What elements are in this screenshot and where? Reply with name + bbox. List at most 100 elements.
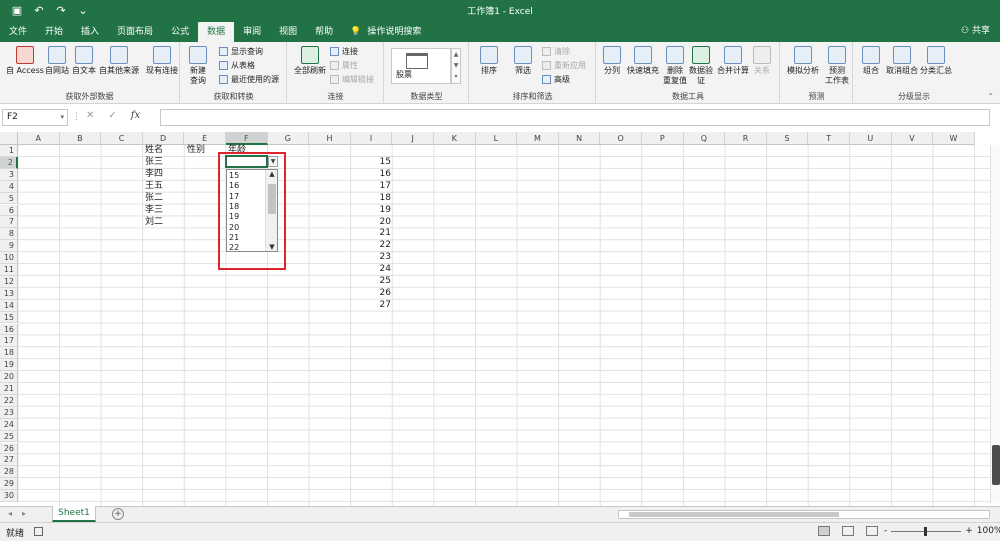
- flash-fill-button[interactable]: 快速填充: [627, 46, 659, 76]
- tell-me-search[interactable]: 💡 操作说明搜索: [342, 22, 421, 42]
- cell-e1[interactable]: 性别: [187, 144, 205, 156]
- cell-i7[interactable]: 20: [351, 216, 391, 228]
- existing-connections-button[interactable]: 现有连接: [146, 46, 178, 76]
- row-header-29[interactable]: 29: [0, 478, 18, 491]
- row-header-17[interactable]: 17: [0, 335, 18, 348]
- cell-i13[interactable]: 26: [351, 287, 391, 299]
- ungroup-button[interactable]: 取消组合: [886, 46, 918, 76]
- row-header-7[interactable]: 7: [0, 216, 18, 229]
- cell-d4[interactable]: 王五: [145, 180, 163, 192]
- cell-i4[interactable]: 17: [351, 180, 391, 192]
- collapse-ribbon-icon[interactable]: ⌃: [987, 92, 994, 101]
- vertical-scroll-thumb[interactable]: [992, 445, 1000, 485]
- row-header-14[interactable]: 14: [0, 299, 18, 312]
- row-header-6[interactable]: 6: [0, 204, 18, 217]
- tab-help[interactable]: 帮助: [306, 22, 342, 42]
- formula-input[interactable]: [160, 109, 990, 126]
- consolidate-button[interactable]: 合并计算: [717, 46, 749, 76]
- tab-formulas[interactable]: 公式: [162, 22, 198, 42]
- cancel-icon[interactable]: ✕: [86, 110, 94, 121]
- forecast-sheet-button[interactable]: 预测 工作表: [825, 46, 849, 86]
- cell-i9[interactable]: 22: [351, 239, 391, 251]
- page-layout-view-icon[interactable]: [842, 526, 854, 536]
- row-header-24[interactable]: 24: [0, 418, 18, 431]
- save-icon[interactable]: ▣: [10, 4, 24, 17]
- column-header-n[interactable]: N: [558, 132, 601, 145]
- column-header-l[interactable]: L: [475, 132, 518, 145]
- remove-duplicates-button[interactable]: 删除 重复值: [663, 46, 687, 86]
- show-queries-button[interactable]: 显示查询: [219, 46, 263, 57]
- insert-function-icon[interactable]: fx: [131, 110, 140, 121]
- tab-page-layout[interactable]: 页面布局: [108, 22, 162, 42]
- what-if-analysis-button[interactable]: 模拟分析: [787, 46, 819, 76]
- cell-d6[interactable]: 李三: [145, 204, 163, 216]
- column-header-a[interactable]: A: [18, 132, 60, 145]
- row-header-25[interactable]: 25: [0, 430, 18, 443]
- stock-data-type-button[interactable]: 股票: [391, 48, 451, 84]
- row-header-28[interactable]: 28: [0, 466, 18, 479]
- enter-icon[interactable]: ✓: [108, 110, 116, 121]
- data-validation-button[interactable]: 数据验 证: [689, 46, 713, 86]
- horizontal-scrollbar[interactable]: [618, 510, 990, 519]
- column-header-t[interactable]: T: [808, 132, 850, 145]
- normal-view-icon[interactable]: [818, 526, 830, 536]
- redo-icon[interactable]: ↷: [54, 4, 68, 17]
- refresh-all-button[interactable]: 全部刷新: [294, 46, 326, 76]
- row-header-19[interactable]: 19: [0, 359, 18, 372]
- vertical-scrollbar[interactable]: [990, 145, 1000, 503]
- column-header-p[interactable]: P: [642, 132, 684, 145]
- from-web-button[interactable]: 自网站: [45, 46, 69, 76]
- column-header-q[interactable]: Q: [683, 132, 726, 145]
- column-header-m[interactable]: M: [517, 132, 559, 145]
- column-header-r[interactable]: R: [725, 132, 767, 145]
- cell-i12[interactable]: 25: [351, 275, 391, 287]
- column-header-c[interactable]: C: [101, 132, 143, 145]
- column-header-v[interactable]: V: [891, 132, 934, 145]
- row-header-13[interactable]: 13: [0, 287, 18, 300]
- cell-d1[interactable]: 姓名: [145, 144, 163, 156]
- zoom-slider[interactable]: [891, 526, 962, 536]
- properties-button[interactable]: 属性: [330, 60, 358, 71]
- cell-d2[interactable]: 张三: [145, 156, 163, 168]
- name-box[interactable]: F2 ▾: [2, 109, 68, 126]
- from-text-button[interactable]: 自文本: [72, 46, 96, 76]
- recent-sources-button[interactable]: 最近使用的源: [219, 74, 279, 85]
- select-all-corner[interactable]: [0, 132, 18, 145]
- row-header-1[interactable]: 1: [0, 145, 18, 157]
- page-break-view-icon[interactable]: [866, 526, 878, 536]
- from-access-button[interactable]: 自 Access: [6, 46, 44, 76]
- reapply-button[interactable]: 重新应用: [542, 60, 586, 71]
- sheet-tab-sheet1[interactable]: Sheet1: [52, 506, 96, 522]
- column-header-i[interactable]: I: [350, 132, 393, 145]
- cell-i3[interactable]: 16: [351, 168, 391, 180]
- column-header-j[interactable]: J: [392, 132, 434, 145]
- tab-insert[interactable]: 插入: [72, 22, 108, 42]
- row-header-15[interactable]: 15: [0, 311, 18, 324]
- row-header-21[interactable]: 21: [0, 383, 18, 395]
- column-header-o[interactable]: O: [600, 132, 642, 145]
- sheet-nav-arrows[interactable]: ◂▸: [8, 509, 36, 518]
- cell-i5[interactable]: 18: [351, 192, 391, 204]
- cell-i2[interactable]: 15: [351, 156, 391, 168]
- zoom-in-button[interactable]: +: [965, 526, 973, 536]
- filter-button[interactable]: 筛选: [514, 46, 532, 76]
- add-sheet-button[interactable]: +: [112, 508, 124, 520]
- row-header-8[interactable]: 8: [0, 228, 18, 241]
- cell-d3[interactable]: 李四: [145, 168, 163, 180]
- tab-view[interactable]: 视图: [270, 22, 306, 42]
- horizontal-scroll-thumb[interactable]: [629, 512, 839, 517]
- row-header-16[interactable]: 16: [0, 323, 18, 336]
- tab-home[interactable]: 开始: [36, 22, 72, 42]
- row-header-3[interactable]: 3: [0, 168, 18, 181]
- column-header-u[interactable]: U: [850, 132, 892, 145]
- advanced-filter-button[interactable]: 高级: [542, 74, 570, 85]
- new-query-button[interactable]: 新建 查询: [189, 46, 207, 86]
- row-header-26[interactable]: 26: [0, 442, 18, 455]
- column-header-h[interactable]: H: [309, 132, 351, 145]
- row-header-23[interactable]: 23: [0, 406, 18, 419]
- customize-qat-icon[interactable]: ⌄: [76, 4, 90, 17]
- column-header-g[interactable]: G: [267, 132, 310, 145]
- column-header-s[interactable]: S: [766, 132, 809, 145]
- cell-d5[interactable]: 张二: [145, 192, 163, 204]
- cell-area[interactable]: [18, 145, 1000, 506]
